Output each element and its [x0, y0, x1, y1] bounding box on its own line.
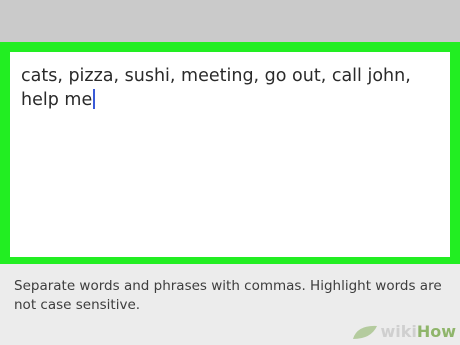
- leaf-icon: [353, 325, 378, 339]
- top-background: [0, 0, 460, 42]
- help-text: Separate words and phrases with commas. …: [14, 278, 442, 313]
- watermark-wiki: wiki: [380, 322, 417, 341]
- watermark-how: How: [416, 322, 456, 341]
- wikihow-watermark: wiki How: [351, 322, 456, 341]
- highlight-words-textarea[interactable]: cats, pizza, sushi, meeting, go out, cal…: [10, 52, 450, 257]
- text-cursor: [93, 89, 96, 109]
- textarea-content: cats, pizza, sushi, meeting, go out, cal…: [21, 66, 411, 110]
